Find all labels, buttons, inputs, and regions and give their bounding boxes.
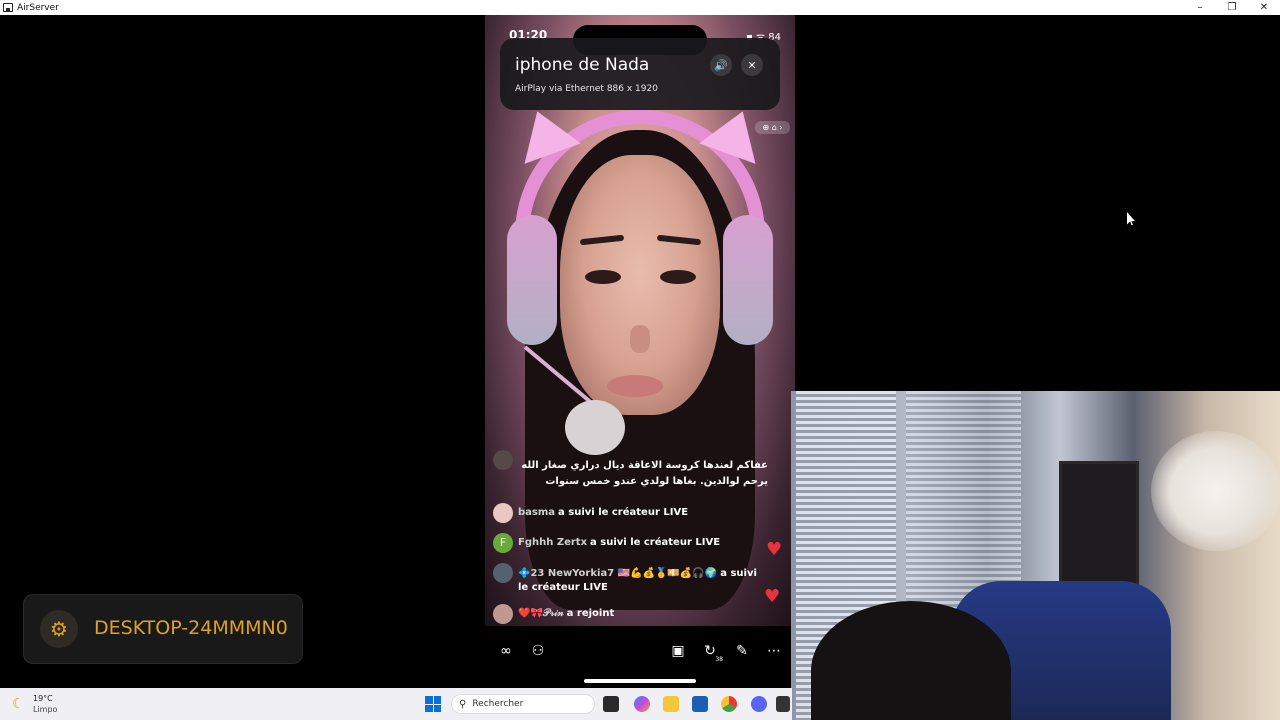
microphone	[565, 400, 625, 455]
magic-wand-icon[interactable]: ✎	[731, 640, 753, 662]
comment-text: a suivi le créateur LIVE	[558, 507, 689, 518]
comment-text: a suivi le créateur LIVE	[590, 537, 721, 548]
eye	[660, 270, 696, 284]
close-button[interactable]: ✕	[1248, 0, 1280, 15]
device-name: iphone de Nada	[515, 55, 650, 75]
avatar	[493, 503, 513, 523]
desktop-name-widget[interactable]: ⚙ DESKTOP-24MMMN0	[23, 594, 303, 664]
file-explorer-icon[interactable]	[663, 696, 679, 712]
feather-lamp	[1151, 431, 1280, 551]
multi-guest-icon[interactable]: ⚇	[527, 640, 549, 662]
gear-icon[interactable]: ⚙	[40, 610, 78, 648]
chrome-icon[interactable]	[721, 696, 737, 712]
search-icon: ⚲	[459, 698, 467, 710]
heart-icon: ♥	[764, 586, 781, 607]
list-item: F Fghhh Zertx a suivi le créateur LIVE	[493, 533, 720, 553]
desktop-name: DESKTOP-24MMMN0	[94, 617, 288, 639]
avatar	[493, 450, 513, 470]
airserver-icon	[3, 3, 13, 12]
airserver-taskbar-icon[interactable]	[776, 696, 790, 712]
arabic-comment: عفاكم لعندها كروسة الاعاقة ديال دراري صغ…	[521, 460, 768, 487]
comment-user[interactable]: Fghhh Zertx	[518, 537, 587, 548]
list-item	[493, 450, 518, 470]
search-input[interactable]: ⚲ Rechercher	[451, 694, 595, 714]
comment-user[interactable]: basma	[518, 507, 555, 518]
link-icon[interactable]: ∞	[495, 640, 517, 662]
airplay-device-card: iphone de Nada AirPlay via Ethernet 886 …	[500, 38, 780, 110]
copilot-icon[interactable]	[634, 696, 650, 712]
headphone-left	[507, 215, 557, 345]
window-controls: – ❐ ✕	[1184, 0, 1280, 15]
connection-info: AirPlay via Ethernet 886 x 1920	[515, 84, 658, 94]
lips	[607, 375, 663, 397]
comment-user[interactable]: 💠23 NewYorkia7 🇺🇸💪💰🥇💴💰🎧🌍	[518, 568, 717, 579]
headphone-right	[723, 215, 773, 345]
weather-temp[interactable]: 19°C	[33, 694, 53, 703]
moon-icon[interactable]: ☾	[12, 696, 25, 712]
eye	[585, 270, 621, 284]
close-icon[interactable]: ✕	[741, 54, 763, 76]
share-icon[interactable]: ↻ 38	[699, 640, 723, 663]
sound-icon[interactable]: 🔊	[710, 54, 732, 76]
window-title: AirServer	[17, 2, 59, 13]
taskbar: ☾ 19°C Limpo ⚲ Rechercher	[0, 688, 792, 720]
list-item: basma a suivi le créateur LIVE	[493, 503, 688, 523]
home-indicator	[584, 679, 696, 683]
nose	[630, 325, 650, 353]
comment-text: a rejoint	[566, 608, 615, 619]
comment-user[interactable]: ❤️🎀𝒫𝓇𝒾𝓃	[518, 608, 564, 619]
discord-icon[interactable]	[751, 696, 767, 712]
restore-button[interactable]: ❐	[1216, 0, 1248, 15]
heart-icon: ♥	[766, 539, 783, 560]
avatar	[493, 604, 513, 624]
task-view-icon[interactable]	[603, 696, 619, 712]
list-item: ❤️🎀𝒫𝓇𝒾𝓃 a rejoint	[493, 604, 614, 624]
weather-desc[interactable]: Limpo	[33, 705, 57, 714]
share-count: 38	[715, 656, 723, 663]
more-icon[interactable]: ⋯	[763, 640, 785, 662]
windows-start-icon[interactable]	[425, 696, 441, 712]
list-item: 💠23 NewYorkia7 🇺🇸💪💰🥇💴💰🎧🌍 a suivi le créat…	[493, 563, 768, 595]
mouse-cursor	[1127, 212, 1135, 225]
live-tag: ⊕ ⌂ ›	[755, 121, 790, 134]
webcam-feed	[791, 391, 1280, 720]
avatar: F	[493, 533, 513, 553]
avatar	[493, 563, 513, 583]
store-icon[interactable]	[692, 696, 708, 712]
title-bar: AirServer – ❐ ✕	[0, 0, 1280, 15]
search-placeholder: Rechercher	[472, 699, 524, 709]
comment-icon[interactable]: ▣	[667, 640, 689, 662]
minimize-button[interactable]: –	[1184, 0, 1216, 15]
